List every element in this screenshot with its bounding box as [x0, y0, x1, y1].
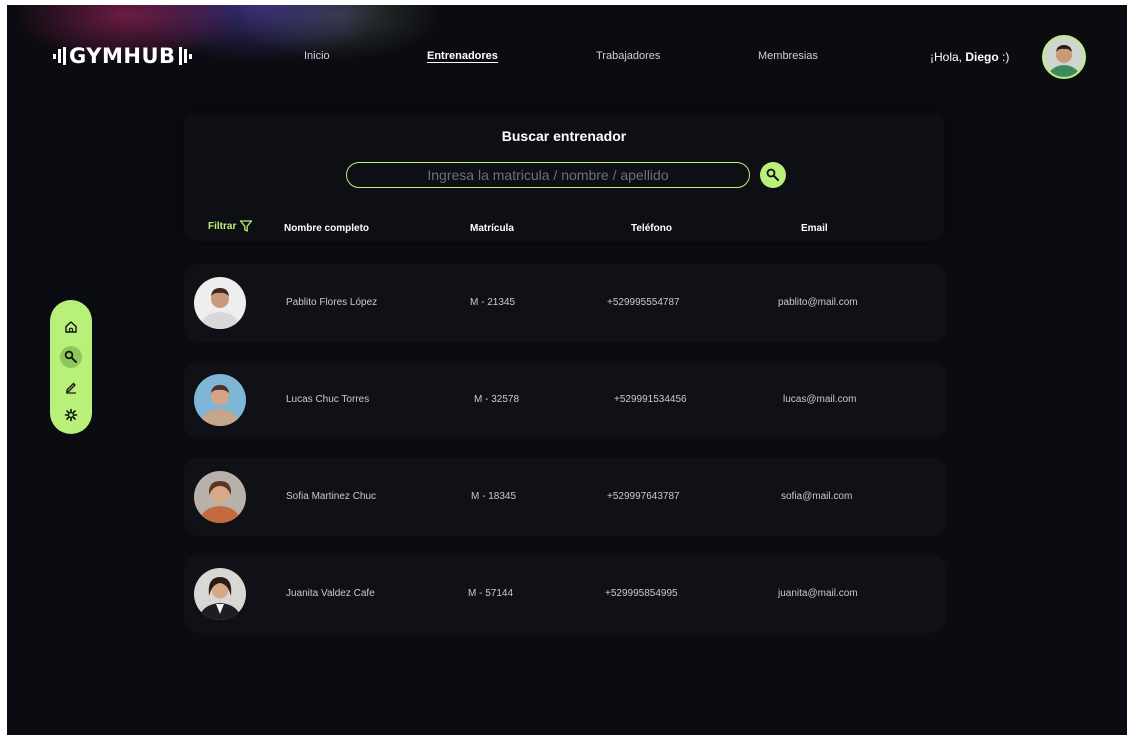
trainer-name: Juanita Valdez Cafe — [286, 588, 375, 599]
nav-inicio[interactable]: Inicio — [304, 50, 330, 62]
user-greeting: ¡Hola, Diego :) — [930, 50, 1010, 64]
trainer-email: lucas@mail.com — [783, 394, 857, 405]
logo[interactable]: GYMHUB — [50, 44, 195, 68]
nav-membresias[interactable]: Membresias — [758, 50, 818, 62]
trainer-telefono: +529997643787 — [607, 491, 680, 502]
filter-icon — [240, 220, 253, 232]
filter-button[interactable]: Filtrar — [208, 219, 253, 233]
dock-settings-button[interactable] — [60, 404, 82, 426]
column-header-telefono[interactable]: Teléfono — [631, 223, 672, 234]
trainer-matricula: M - 32578 — [474, 394, 520, 405]
search-title: Buscar entrenador — [501, 128, 627, 144]
trainer-photo — [194, 374, 246, 426]
dock-edit-button[interactable] — [60, 376, 82, 398]
trainer-telefono: +529991534456 — [614, 394, 687, 405]
trainer-telefono: +529995554787 — [607, 297, 680, 308]
side-dock — [50, 300, 92, 434]
trainer-photo — [194, 471, 246, 523]
trainer-name: Sofia Martinez Chuc — [286, 491, 377, 502]
settings-icon — [64, 408, 78, 422]
user-name: Diego — [965, 50, 999, 64]
trainer-photo — [194, 568, 246, 620]
trainer-matricula: M - 21345 — [470, 297, 516, 308]
search-input[interactable] — [346, 162, 750, 188]
table-row[interactable]: Lucas Chuc Torres M - 32578 +52999153445… — [184, 361, 946, 439]
column-header-email[interactable]: Email — [801, 223, 828, 234]
trainer-name: Pablito Flores López — [286, 297, 378, 308]
trainer-email: juanita@mail.com — [778, 588, 858, 599]
logo-bars-left-icon — [53, 47, 66, 65]
table-row[interactable]: Pablito Flores López M - 21345 +52999555… — [184, 264, 946, 342]
dock-home-button[interactable] — [60, 316, 82, 338]
trainer-telefono: +529995854995 — [605, 588, 678, 599]
column-header-name[interactable]: Nombre completo — [284, 223, 369, 234]
table-row[interactable]: Sofia Martinez Chuc M - 18345 +529997643… — [184, 458, 946, 536]
user-avatar[interactable] — [1042, 35, 1086, 79]
dock-search-button[interactable] — [60, 346, 82, 368]
trainer-email: pablito@mail.com — [778, 297, 858, 308]
trainer-photo — [194, 277, 246, 329]
nav-trabajadores[interactable]: Trabajadores — [596, 50, 660, 62]
home-icon — [65, 321, 77, 333]
search-icon — [766, 168, 779, 181]
logo-bars-right-icon — [178, 47, 192, 65]
trainer-email: sofia@mail.com — [781, 491, 853, 502]
trainer-matricula: M - 57144 — [468, 588, 514, 599]
table-row[interactable]: Juanita Valdez Cafe M - 57144 +529995854… — [184, 555, 946, 633]
column-header-matricula[interactable]: Matrícula — [470, 223, 514, 234]
edit-icon — [66, 382, 76, 394]
nav-entrenadores[interactable]: Entrenadores — [427, 50, 498, 62]
search-button[interactable] — [760, 162, 786, 188]
search-icon — [64, 350, 77, 363]
logo-text: GYMHUB — [69, 44, 176, 68]
filter-label: Filtrar — [208, 220, 237, 232]
trainer-name: Lucas Chuc Torres — [286, 394, 370, 405]
trainer-matricula: M - 18345 — [471, 491, 517, 502]
